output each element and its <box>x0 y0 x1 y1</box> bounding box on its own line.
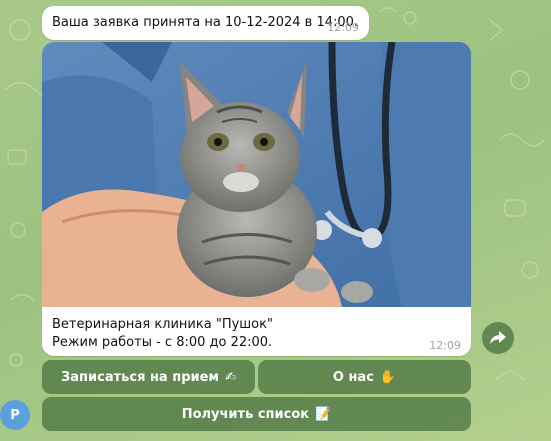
avatar-letter: P <box>10 407 20 423</box>
clinic-name: Ветеринарная клиника "Пушок" <box>52 317 273 332</box>
get-list-button[interactable]: Получить список 📝 <box>42 397 471 431</box>
working-hours: Режим работы - с 8:00 до 22:00. <box>52 335 273 350</box>
bot-avatar[interactable]: P <box>0 400 30 430</box>
kitten-vet-photo[interactable] <box>42 42 471 307</box>
message-clinic-photo: Ветеринарная клиника "Пушок" Режим работ… <box>42 42 471 356</box>
message-confirmation: Ваша заявка принята на 10-12-2024 в 14:0… <box>42 6 369 40</box>
message-caption: Ветеринарная клиника "Пушок" Режим работ… <box>52 316 273 352</box>
about-us-label: О нас <box>332 369 374 385</box>
about-us-button[interactable]: О нас ✋ <box>258 360 471 394</box>
forward-button[interactable] <box>482 322 514 354</box>
get-list-label: Получить список <box>181 406 310 422</box>
memo-icon: 📝 <box>315 406 332 422</box>
message-time: 12:09 <box>327 21 359 34</box>
share-icon <box>490 331 506 344</box>
message-text: Ваша заявка принята на 10-12-2024 в 14:0… <box>52 15 359 30</box>
raised-hand-icon: ✋ <box>379 369 397 385</box>
writing-hand-icon: ✍ <box>225 369 236 385</box>
book-appointment-button[interactable]: Записаться на прием ✍ <box>42 360 255 394</box>
message-time: 12:09 <box>429 339 461 352</box>
book-appointment-label: Записаться на прием <box>61 369 220 385</box>
